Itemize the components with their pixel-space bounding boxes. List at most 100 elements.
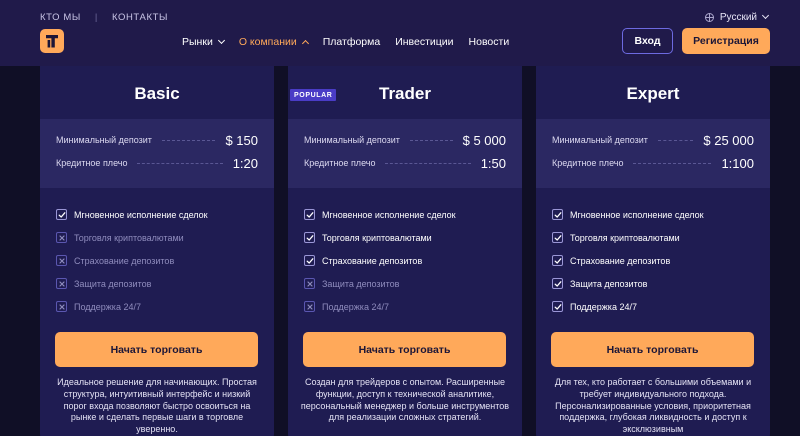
- nav-item-platform[interactable]: Платформа: [323, 36, 380, 48]
- nav-item-investments[interactable]: Инвестиции: [395, 36, 453, 48]
- feature-item: Мгновенное исполнение сделок: [56, 203, 264, 226]
- plan-title: Basic: [134, 84, 180, 103]
- plan-title: Expert: [626, 84, 680, 103]
- feature-label: Мгновенное исполнение сделок: [322, 209, 456, 220]
- plan-title: Trader: [379, 84, 431, 103]
- leverage-value: 1:20: [232, 155, 258, 171]
- top-link-about[interactable]: КТО МЫ: [40, 12, 81, 23]
- leverage-label: Кредитное плечо: [552, 158, 624, 168]
- login-button[interactable]: Вход: [622, 28, 673, 54]
- min-deposit-row: Минимальный депозит $ 5 000: [304, 132, 506, 148]
- feature-label: Страхование депозитов: [74, 255, 175, 266]
- top-link-contacts[interactable]: КОНТАКТЫ: [112, 12, 168, 23]
- nav-item-markets[interactable]: Рынки: [182, 36, 225, 48]
- nav-label: Рынки: [182, 36, 213, 48]
- check-icon: [552, 301, 563, 312]
- leverage-label: Кредитное плечо: [304, 158, 376, 168]
- feature-item: Торговля криптовалютами: [552, 226, 760, 249]
- check-icon: [552, 232, 563, 243]
- cross-icon: [304, 278, 315, 289]
- min-deposit-label: Минимальный депозит: [304, 135, 400, 145]
- nav-item-news[interactable]: Новости: [469, 36, 510, 48]
- feature-label: Поддержка 24/7: [570, 301, 637, 312]
- leverage-row: Кредитное плечо 1:50: [304, 155, 506, 171]
- register-button[interactable]: Регистрация: [682, 28, 770, 54]
- feature-list: Мгновенное исполнение сделок Торговля кр…: [304, 203, 512, 318]
- check-icon: [304, 232, 315, 243]
- feature-item: Мгновенное исполнение сделок: [304, 203, 512, 226]
- feature-label: Страхование депозитов: [322, 255, 423, 266]
- min-deposit-value: $ 5 000: [462, 132, 506, 148]
- chevron-down-icon: [761, 11, 770, 20]
- plan-card-expert: Expert Минимальный депозит $ 25 000 Кред…: [536, 66, 770, 436]
- plan-description: Идеальное решение для начинающих. Проста…: [57, 377, 257, 435]
- feature-item: Защита депозитов: [304, 272, 512, 295]
- plan-description: Создан для трейдеров с опытом. Расширенн…: [300, 377, 510, 423]
- min-deposit-value: $ 25 000: [703, 132, 754, 148]
- feature-item: Торговля криптовалютами: [304, 226, 512, 249]
- cross-icon: [56, 301, 67, 312]
- feature-item: Защита депозитов: [552, 272, 760, 295]
- feature-list: Мгновенное исполнение сделок Торговля кр…: [56, 203, 264, 318]
- feature-label: Мгновенное исполнение сделок: [570, 209, 704, 220]
- leverage-row: Кредитное плечо 1:100: [552, 155, 754, 171]
- leverage-value: 1:100: [721, 155, 754, 171]
- plan-description: Для тех, кто работает с большими объемам…: [554, 377, 752, 435]
- start-trading-button[interactable]: Начать торговать: [55, 332, 258, 367]
- plan-summary: Минимальный депозит $ 150 Кредитное плеч…: [40, 119, 274, 188]
- feature-item: Защита депозитов: [56, 272, 264, 295]
- check-icon: [552, 278, 563, 289]
- dotted-leader: [409, 139, 453, 141]
- feature-item: Мгновенное исполнение сделок: [552, 203, 760, 226]
- start-trading-button[interactable]: Начать торговать: [303, 332, 506, 367]
- cross-icon: [304, 301, 315, 312]
- nav-item-about-company[interactable]: О компании: [239, 36, 309, 48]
- feature-item: Страхование депозитов: [304, 249, 512, 272]
- language-label: Русский: [719, 11, 757, 23]
- dotted-leader: [161, 139, 216, 141]
- top-links-separator: |: [94, 11, 98, 23]
- min-deposit-label: Минимальный депозит: [56, 135, 152, 145]
- feature-label: Поддержка 24/7: [74, 301, 141, 312]
- feature-label: Мгновенное исполнение сделок: [74, 209, 208, 220]
- feature-label: Защита депозитов: [74, 278, 152, 289]
- min-deposit-label: Минимальный депозит: [552, 135, 648, 145]
- feature-item: Поддержка 24/7: [552, 295, 760, 318]
- brand-logo-icon[interactable]: [40, 29, 64, 53]
- min-deposit-row: Минимальный депозит $ 150: [56, 132, 258, 148]
- nav-label: Новости: [468, 36, 510, 48]
- leverage-value: 1:50: [480, 155, 506, 171]
- start-trading-button[interactable]: Начать торговать: [551, 332, 754, 367]
- check-icon: [552, 209, 563, 220]
- feature-list: Мгновенное исполнение сделок Торговля кр…: [552, 203, 760, 318]
- leverage-row: Кредитное плечо 1:20: [56, 155, 258, 171]
- dotted-leader: [657, 139, 694, 141]
- feature-item: Поддержка 24/7: [304, 295, 512, 318]
- feature-label: Поддержка 24/7: [322, 301, 389, 312]
- feature-label: Торговля криптовалютами: [570, 232, 680, 243]
- min-deposit-row: Минимальный депозит $ 25 000: [552, 132, 754, 148]
- check-icon: [304, 209, 315, 220]
- feature-label: Торговля криптовалютами: [322, 232, 432, 243]
- plan-card-basic: Basic Минимальный депозит $ 150 Кредитно…: [40, 66, 274, 436]
- main-nav: Рынки О компании Платформа Инвестиции Но…: [182, 34, 509, 50]
- nav-label: Платформа: [322, 36, 381, 48]
- globe-icon: [704, 12, 714, 22]
- feature-item: Поддержка 24/7: [56, 295, 264, 318]
- top-links: КТО МЫ | КОНТАКТЫ: [40, 10, 168, 24]
- chevron-up-icon: [301, 39, 309, 48]
- check-icon: [304, 255, 315, 266]
- dotted-leader: [385, 162, 471, 164]
- language-selector[interactable]: Русский: [704, 9, 770, 25]
- feature-label: Торговля криптовалютами: [74, 232, 184, 243]
- plan-card-trader: POPULAR Trader Минимальный депозит $ 5 00…: [288, 66, 522, 436]
- feature-item: Торговля криптовалютами: [56, 226, 264, 249]
- min-deposit-value: $ 150: [225, 132, 258, 148]
- plan-summary: Минимальный депозит $ 5 000 Кредитное пл…: [288, 119, 522, 188]
- check-icon: [552, 255, 563, 266]
- cross-icon: [56, 278, 67, 289]
- feature-item: Страхование депозитов: [56, 249, 264, 272]
- chevron-down-icon: [217, 36, 225, 45]
- nav-label: Инвестиции: [395, 36, 454, 48]
- plan-summary: Минимальный депозит $ 25 000 Кредитное п…: [536, 119, 770, 188]
